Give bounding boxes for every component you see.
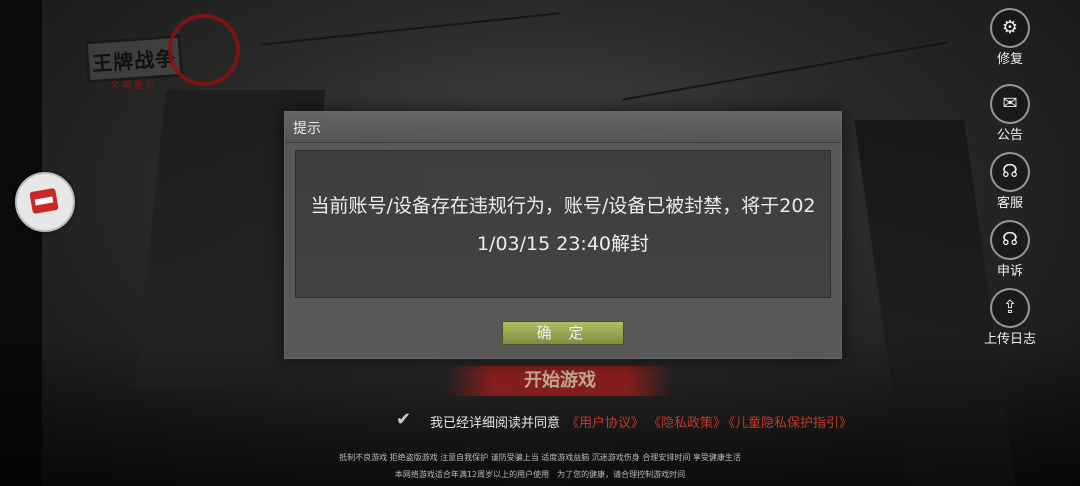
upload-log-label: 上传日志 <box>983 332 1036 347</box>
appeal-button[interactable]: ☊ 申诉 <box>980 220 1040 284</box>
gear-icon: ⚙ <box>990 8 1030 48</box>
agreement-text: 我已经详细阅读并同意 <box>430 416 561 431</box>
upload-log-button[interactable]: ⇪ 上传日志 <box>980 288 1040 352</box>
health-notice: 抵制不良游戏 拒绝盗版游戏 注意自我保护 谨防受骗上当 适度游戏益脑 沉迷游戏伤… <box>339 453 741 462</box>
notice-icon: ✉ <box>990 84 1030 124</box>
age-notice: 本网络游戏适合年满12周岁以上的用户使用 为了您的健康，请合理控制游戏时间 <box>394 470 686 479</box>
dialog-header: 提示 <box>285 112 841 143</box>
repair-label: 修复 <box>996 52 1023 67</box>
notice-button[interactable]: ✉ 公告 <box>980 84 1040 148</box>
background-fence <box>622 41 948 101</box>
headset-icon: ☊ <box>990 152 1030 192</box>
dialog-message: 当前账号/设备存在违规行为，账号/设备已被封禁，将于202 1/03/15 23… <box>300 187 826 263</box>
customer-service-label: 客服 <box>996 196 1023 211</box>
upload-icon: ⇪ <box>990 288 1030 328</box>
floating-assistant-button[interactable] <box>15 172 75 232</box>
ruler-icon <box>29 187 59 215</box>
headset-icon: ☊ <box>990 220 1030 260</box>
customer-service-button[interactable]: ☊ 客服 <box>980 152 1040 216</box>
logo-text: 王牌战争 <box>91 46 177 76</box>
agreement-row: ✔ 我已经详细阅读并同意 《用户协议》 《隐私政策》 《儿童隐私保护指引》 <box>396 410 856 432</box>
user-agreement-link[interactable]: 《用户协议》 <box>566 412 644 431</box>
background-fence <box>260 12 560 46</box>
privacy-policy-link[interactable]: 《隐私政策》 <box>648 412 726 431</box>
checkmark-icon[interactable]: ✔ <box>396 410 416 430</box>
dialog-message-line1: 当前账号/设备存在违规行为，账号/设备已被封禁，将于202 <box>310 195 816 217</box>
appeal-label: 申诉 <box>996 264 1023 279</box>
notice-label: 公告 <box>996 128 1023 143</box>
start-game-button[interactable]: 开始游戏 <box>448 366 672 396</box>
child-privacy-link[interactable]: 《儿童隐私保护指引》 <box>722 412 852 431</box>
logo-subtitle: 文明重启 <box>110 81 159 91</box>
logo-emblem <box>168 14 240 86</box>
confirm-button[interactable]: 确 定 <box>502 321 624 345</box>
dialog-message-line2: 1/03/15 23:40解封 <box>476 233 650 255</box>
repair-button[interactable]: ⚙ 修复 <box>980 8 1040 72</box>
ban-notice-dialog: 提示 当前账号/设备存在违规行为，账号/设备已被封禁，将于202 1/03/15… <box>284 111 842 359</box>
dialog-title: 提示 <box>293 121 321 137</box>
dialog-body: 当前账号/设备存在违规行为，账号/设备已被封禁，将于202 1/03/15 23… <box>295 150 831 298</box>
